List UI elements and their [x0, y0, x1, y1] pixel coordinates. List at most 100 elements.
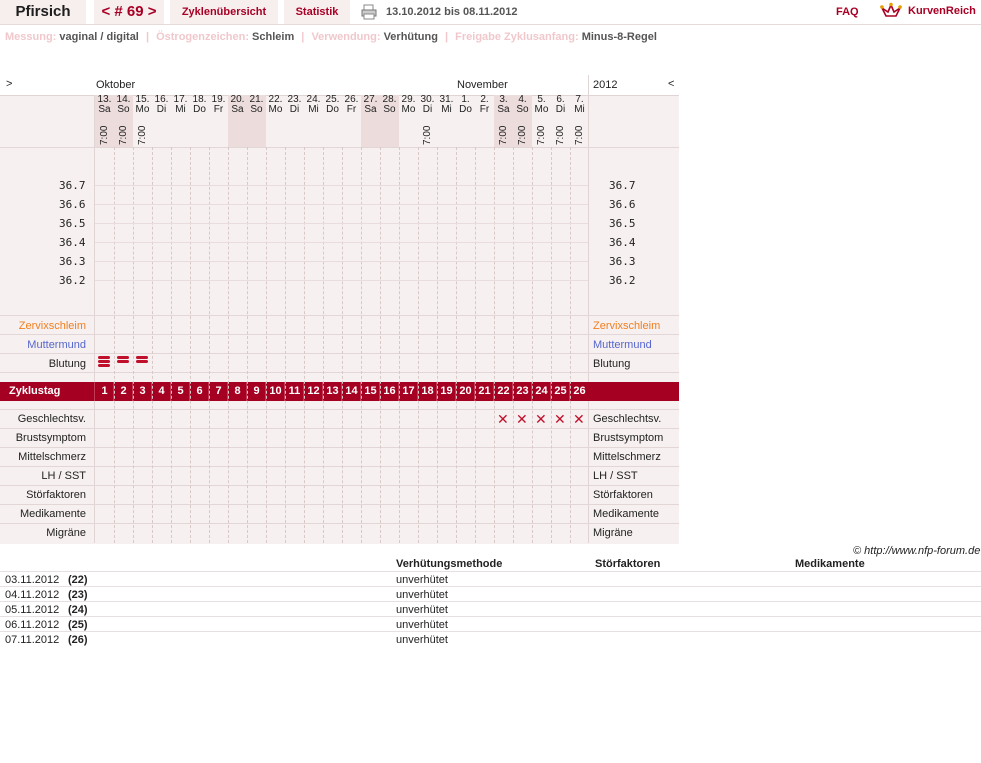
cycle-day-number[interactable]: 4: [152, 385, 171, 397]
cycle-day-number[interactable]: 11: [285, 385, 304, 397]
day-header[interactable]: 31. Mi: [437, 95, 456, 115]
cycle-day-number[interactable]: 16: [380, 385, 399, 397]
nav-next-arrow[interactable]: <: [668, 78, 674, 90]
cycle-day-number[interactable]: 2: [114, 385, 133, 397]
cycle-day-number[interactable]: 8: [228, 385, 247, 397]
brand-logo[interactable]: KurvenReich: [908, 5, 976, 17]
day-header[interactable]: 14. So: [114, 95, 133, 115]
day-header[interactable]: 18. Do: [190, 95, 209, 115]
entry-date: 04.11.2012: [5, 589, 60, 601]
cycle-day-number[interactable]: 1: [95, 385, 114, 397]
day-header[interactable]: 21. So: [247, 95, 266, 115]
entry-cycle-day: (25): [68, 619, 88, 631]
day-weekday: Mo: [401, 104, 416, 115]
cycle-nav[interactable]: < # 69 >: [94, 0, 164, 24]
day-header[interactable]: 20. Sa: [228, 95, 247, 115]
messung-label: Messung:: [5, 31, 57, 43]
temp-label-right: 36.2: [609, 274, 636, 287]
faq-link[interactable]: FAQ: [836, 6, 859, 18]
entry-cycle-day: (23): [68, 589, 88, 601]
entry-date: 05.11.2012: [5, 604, 60, 616]
day-gridline: [456, 147, 457, 543]
tab-statistics[interactable]: Statistik: [284, 0, 350, 24]
temp-label-left: 36.6: [59, 198, 86, 211]
day-gridline: [266, 147, 267, 543]
day-header[interactable]: 6. Di: [551, 95, 570, 115]
day-header[interactable]: 23. Di: [285, 95, 304, 115]
cycle-day-number[interactable]: 18: [418, 385, 437, 397]
day-header[interactable]: 19. Fr: [209, 95, 228, 115]
cycle-day-number[interactable]: 14: [342, 385, 361, 397]
cycle-day-number[interactable]: 5: [171, 385, 190, 397]
day-header[interactable]: 29. Mo: [399, 95, 418, 115]
day-header[interactable]: 5. Mo: [532, 95, 551, 115]
day-header[interactable]: 4. So: [513, 95, 532, 115]
day-weekday: Fr: [346, 104, 357, 115]
day-header[interactable]: 24. Mi: [304, 95, 323, 115]
cycle-day-number[interactable]: 15: [361, 385, 380, 397]
temp-gridline: [95, 223, 588, 224]
day-gridline: [418, 147, 419, 543]
measure-time: 7:00: [555, 125, 566, 145]
copyright-text: © http://www.nfp-forum.de: [853, 545, 981, 557]
cycle-day-number[interactable]: 12: [304, 385, 323, 397]
day-header[interactable]: 17. Mi: [171, 95, 190, 115]
cycle-day-number[interactable]: 24: [532, 385, 551, 397]
day-gridline: [304, 147, 305, 543]
cycle-day-number[interactable]: 17: [399, 385, 418, 397]
day-gridline: [437, 147, 438, 543]
cycle-day-number[interactable]: 22: [494, 385, 513, 397]
day-weekday: Do: [459, 104, 472, 115]
blutung-label-right: Blutung: [593, 358, 631, 370]
cycle-day-number[interactable]: 21: [475, 385, 494, 397]
lower-row-label: Brustsymptom: [15, 432, 86, 444]
day-weekday: So: [250, 104, 263, 115]
day-gridline: [399, 147, 400, 543]
cycle-day-number[interactable]: 19: [437, 385, 456, 397]
nav-prev-arrow[interactable]: >: [6, 78, 12, 90]
intercourse-mark: ✕: [497, 411, 509, 427]
cycle-day-number[interactable]: 20: [456, 385, 475, 397]
day-weekday: Mo: [534, 104, 549, 115]
cycle-day-number[interactable]: 9: [247, 385, 266, 397]
measure-time: 7:00: [498, 125, 509, 145]
freigabe-label: Freigabe Zyklusanfang:: [455, 31, 579, 43]
temp-label-right: 36.6: [609, 198, 636, 211]
zervix-label: Zervixschleim: [18, 320, 86, 332]
day-header[interactable]: 26. Fr: [342, 95, 361, 115]
temp-gridline: [95, 185, 588, 186]
verwendung-value: Verhütung: [383, 31, 438, 43]
day-gridline: [209, 147, 210, 543]
day-header[interactable]: 1. Do: [456, 95, 475, 115]
day-header[interactable]: 28. So: [380, 95, 399, 115]
day-header[interactable]: 3. Sa: [494, 95, 513, 115]
print-icon[interactable]: [361, 4, 377, 20]
day-header[interactable]: 30. Di: [418, 95, 437, 115]
date-range: 13.10.2012 bis 08.11.2012: [386, 6, 518, 18]
day-header[interactable]: 16. Di: [152, 95, 171, 115]
day-header[interactable]: 25. Do: [323, 95, 342, 115]
temp-label-left: 36.4: [59, 236, 86, 249]
cycle-day-number[interactable]: 10: [266, 385, 285, 397]
day-header[interactable]: 13. Sa: [95, 95, 114, 115]
lower-row-label: LH / SST: [41, 470, 86, 482]
tab-cycle-overview[interactable]: Zyklenübersicht: [170, 0, 278, 24]
day-weekday: Mi: [175, 104, 186, 115]
day-header[interactable]: 27. Sa: [361, 95, 380, 115]
day-header[interactable]: 2. Fr: [475, 95, 494, 115]
day-gridline: [494, 147, 495, 543]
user-tab[interactable]: Pfirsich: [0, 0, 86, 24]
cycle-day-number[interactable]: 6: [190, 385, 209, 397]
cycle-day-number[interactable]: 25: [551, 385, 570, 397]
cycle-day-number[interactable]: 26: [570, 385, 589, 397]
measure-time: 7:00: [99, 125, 110, 145]
cycle-day-number[interactable]: 23: [513, 385, 532, 397]
day-gridline: [342, 147, 343, 543]
cycle-day-number[interactable]: 3: [133, 385, 152, 397]
day-header[interactable]: 15. Mo: [133, 95, 152, 115]
day-weekday: So: [117, 104, 130, 115]
day-header[interactable]: 22. Mo: [266, 95, 285, 115]
cycle-day-number[interactable]: 7: [209, 385, 228, 397]
cycle-day-number[interactable]: 13: [323, 385, 342, 397]
day-header[interactable]: 7. Mi: [570, 95, 589, 115]
